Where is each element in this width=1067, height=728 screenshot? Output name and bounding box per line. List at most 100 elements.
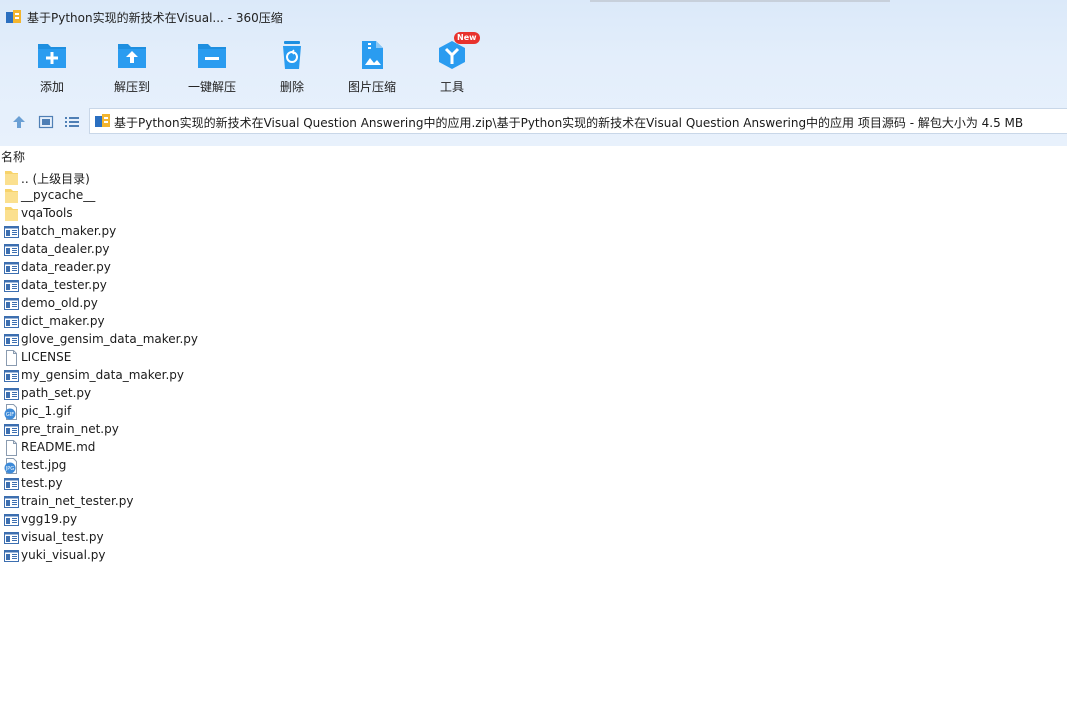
file-name: __pycache__ [21,188,96,202]
python-file-icon [4,314,19,330]
file-row[interactable]: LICENSE [0,349,400,367]
image-compress-button[interactable]: 图片压缩 [332,40,412,98]
tools-icon [439,41,465,69]
file-name: path_set.py [21,386,92,400]
archive-icon [95,114,110,127]
file-row[interactable]: JPG test.jpg [0,457,400,475]
python-file-icon [4,386,19,402]
address-path: 基于Python实现的新技术在Visual Question Answering… [114,116,1024,130]
tools-label: 工具 [439,80,464,94]
delete-icon [283,41,301,69]
folder-icon [4,188,19,204]
file-row[interactable]: dict_maker.py [0,313,400,331]
tools-button[interactable]: New 工具 [412,32,492,98]
file-row[interactable]: data_reader.py [0,259,400,277]
folder-row[interactable]: __pycache__ [0,187,400,205]
file-row[interactable]: pre_train_net.py [0,421,400,439]
python-file-icon [4,548,19,564]
file-name: yuki_visual.py [21,548,106,562]
file-name: data_tester.py [21,278,107,292]
file-row[interactable]: my_gensim_data_maker.py [0,367,400,385]
python-file-icon [4,332,19,348]
file-name: dict_maker.py [21,314,105,328]
file-name: glove_gensim_data_maker.py [21,332,198,346]
file-row[interactable]: data_dealer.py [0,241,400,259]
file-name: .. (上级目录) [21,172,90,186]
file-row[interactable]: test.py [0,475,400,493]
file-name: demo_old.py [21,296,98,310]
folder-row[interactable]: vqaTools [0,205,400,223]
file-row[interactable]: train_net_tester.py [0,493,400,511]
file-name: visual_test.py [21,530,104,544]
text-file-icon [4,440,19,456]
file-row[interactable]: visual_test.py [0,529,400,547]
python-file-icon [4,422,19,438]
svg-text:GIF: GIF [6,412,14,418]
python-file-icon [4,512,19,528]
add-file-icon [38,44,66,68]
add-button[interactable]: 添加 [12,40,92,98]
column-header-name[interactable]: 名称 [0,146,1067,164]
python-file-icon [4,224,19,240]
list-view-icon[interactable] [64,114,80,130]
python-file-icon [4,476,19,492]
file-name: train_net_tester.py [21,494,134,508]
file-row[interactable]: GIF pic_1.gif [0,403,400,421]
file-row[interactable]: demo_old.py [0,295,400,313]
file-name: vgg19.py [21,512,78,526]
one-click-extract-button[interactable]: 一键解压 [172,40,252,98]
file-row[interactable]: README.md [0,439,400,457]
up-arrow-icon[interactable] [11,114,27,130]
file-name: vqaTools [21,206,73,220]
folder-icon [4,206,19,222]
delete-button[interactable]: 删除 [252,40,332,98]
thumbnail-view-icon[interactable] [38,114,54,130]
file-name: pic_1.gif [21,404,72,418]
file-name: my_gensim_data_maker.py [21,368,185,382]
file-name: README.md [21,440,96,454]
file-row[interactable]: batch_maker.py [0,223,400,241]
python-file-icon [4,242,19,258]
file-name: LICENSE [21,350,72,364]
image-compress-icon [362,41,383,69]
extract-to-label: 解压到 [113,80,150,94]
python-file-icon [4,278,19,294]
file-row[interactable]: glove_gensim_data_maker.py [0,331,400,349]
python-file-icon [4,296,19,312]
jpg-image-icon: JPG [4,458,19,474]
window-title: 基于Python实现的新技术在Visual... - 360压缩 [27,11,283,25]
python-file-icon [4,494,19,510]
file-name: batch_maker.py [21,224,117,238]
column-header-label: 名称 [1,150,26,164]
python-file-icon [4,260,19,276]
new-badge: New [454,32,480,44]
image-compress-label: 图片压缩 [347,80,396,94]
file-name: pre_train_net.py [21,422,119,436]
python-file-icon [4,530,19,546]
python-file-icon [4,368,19,384]
title-bar: 基于Python实现的新技术在Visual... - 360压缩 [0,0,1067,34]
file-name: test.jpg [21,458,67,472]
file-name: test.py [21,476,63,490]
file-row[interactable]: vgg19.py [0,511,400,529]
extract-to-icon [118,44,146,68]
add-label: 添加 [39,80,64,94]
title-shadow-divider [590,0,890,2]
one-click-extract-label: 一键解压 [187,80,236,94]
360zip-logo-icon [6,10,21,23]
file-name: data_reader.py [21,260,111,274]
top-chrome: 基于Python实现的新技术在Visual... - 360压缩 添加 解压到 … [0,0,1067,146]
file-row[interactable]: data_tester.py [0,277,400,295]
file-name: data_dealer.py [21,242,110,256]
text-file-icon [4,350,19,366]
file-row[interactable]: path_set.py [0,385,400,403]
gif-image-icon: GIF [4,404,19,420]
delete-label: 删除 [279,80,304,94]
folder-icon [4,170,19,186]
address-bar[interactable]: 基于Python实现的新技术在Visual Question Answering… [89,108,1067,134]
one-click-extract-icon [198,44,226,68]
folder-row[interactable]: .. (上级目录) [0,169,400,187]
file-row[interactable]: yuki_visual.py [0,547,400,565]
extract-to-button[interactable]: 解压到 [92,40,172,98]
svg-text:JPG: JPG [5,466,14,472]
